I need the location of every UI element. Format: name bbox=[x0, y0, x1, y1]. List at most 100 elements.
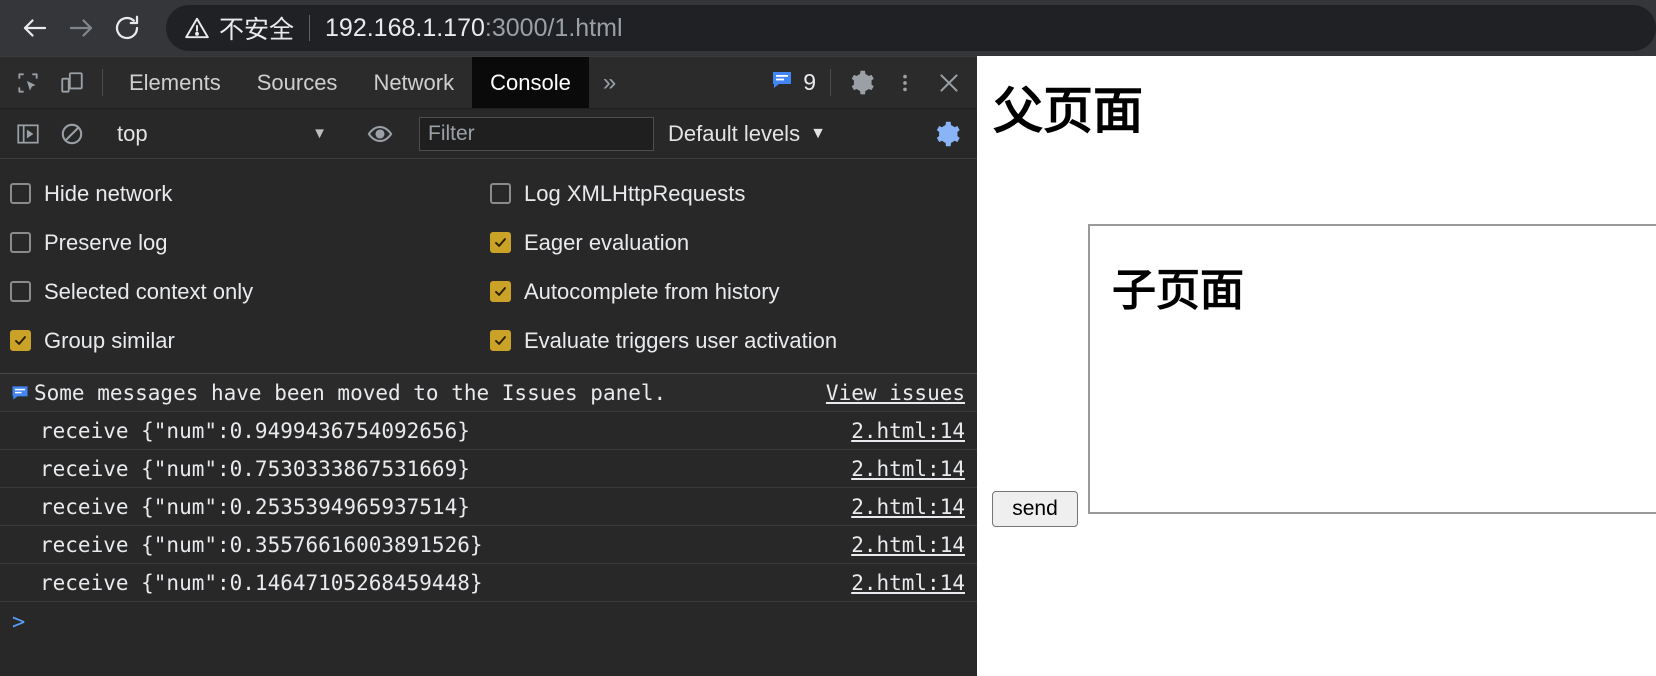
url-path: :3000/1.html bbox=[484, 13, 623, 42]
url-host: 192.168.1.170 bbox=[325, 13, 485, 42]
checkbox[interactable] bbox=[490, 232, 511, 253]
setting-group-similar[interactable]: Group similar bbox=[0, 328, 490, 354]
setting-autocomplete-from-history[interactable]: Autocomplete from history bbox=[490, 279, 780, 305]
checkbox[interactable] bbox=[490, 183, 511, 204]
console-log-source-link[interactable]: 2.html:14 bbox=[851, 533, 965, 557]
log-levels-select[interactable]: Default levels ▼ bbox=[654, 121, 840, 147]
setting-hide-network[interactable]: Hide network bbox=[0, 181, 490, 207]
console-log-row: receive {"num":0.35576616003891526} 2.ht… bbox=[0, 526, 977, 564]
settings-row: Preserve log Eager evaluation bbox=[0, 218, 977, 267]
url-text: 192.168.1.170:3000/1.html bbox=[325, 14, 622, 43]
console-log-source-link[interactable]: 2.html:14 bbox=[851, 457, 965, 481]
console-log-text: receive {"num":0.7530333867531669} bbox=[40, 456, 470, 481]
back-button[interactable] bbox=[12, 5, 58, 51]
issues-badge[interactable]: 9 bbox=[764, 57, 822, 108]
chevron-down-icon: ▼ bbox=[312, 125, 327, 142]
issues-count: 9 bbox=[803, 69, 816, 95]
eye-icon bbox=[367, 125, 393, 142]
check-icon bbox=[495, 336, 506, 345]
console-settings-button[interactable] bbox=[925, 120, 969, 148]
checkbox[interactable] bbox=[10, 232, 31, 253]
console-log-text: receive {"num":0.14647105268459448} bbox=[40, 570, 483, 595]
reload-icon bbox=[115, 15, 139, 40]
arrow-right-icon bbox=[69, 19, 93, 37]
view-issues-link[interactable]: View issues bbox=[826, 381, 965, 405]
more-tabs-button[interactable]: » bbox=[589, 57, 630, 108]
console-sidebar-icon bbox=[17, 123, 39, 144]
settings-row: Group similar Evaluate triggers user act… bbox=[0, 316, 977, 365]
log-levels-value: Default levels bbox=[668, 120, 801, 146]
settings-row: Hide network Log XMLHttpRequests bbox=[0, 169, 977, 218]
tab-console[interactable]: Console bbox=[472, 57, 589, 108]
setting-label: Group similar bbox=[44, 327, 175, 353]
inspect-element-icon bbox=[18, 72, 38, 93]
checkbox[interactable] bbox=[10, 183, 31, 204]
gear-icon bbox=[936, 121, 960, 146]
setting-label: Log XMLHttpRequests bbox=[524, 180, 746, 206]
console-log-row: receive {"num":0.14647105268459448} 2.ht… bbox=[0, 564, 977, 602]
console-settings-pane: Hide network Log XMLHttpRequests Preserv… bbox=[0, 159, 977, 374]
console-log-source-link[interactable]: 2.html:14 bbox=[851, 571, 965, 595]
page-viewport: 父页面 send 子页面 bbox=[977, 56, 1656, 676]
console-sidebar-toggle[interactable] bbox=[6, 121, 50, 147]
tab-elements[interactable]: Elements bbox=[111, 57, 239, 108]
execution-context-value: top bbox=[117, 120, 148, 146]
setting-log-xmlhttprequests[interactable]: Log XMLHttpRequests bbox=[490, 181, 745, 207]
console-log-source-link[interactable]: 2.html:14 bbox=[851, 495, 965, 519]
setting-eager-evaluation[interactable]: Eager evaluation bbox=[490, 230, 689, 256]
setting-label: Evaluate triggers user activation bbox=[524, 327, 838, 353]
check-icon bbox=[495, 287, 506, 296]
console-prompt[interactable]: > bbox=[0, 602, 977, 642]
setting-label: Preserve log bbox=[44, 229, 168, 255]
setting-label: Autocomplete from history bbox=[524, 278, 780, 304]
console-prompt-symbol: > bbox=[12, 609, 26, 635]
devtools-tabstrip: Elements Sources Network Console » 9 bbox=[0, 57, 977, 109]
issues-divider bbox=[830, 69, 831, 96]
console-log-text: receive {"num":0.2535394965937514} bbox=[40, 494, 470, 519]
console-log-row: receive {"num":0.9499436754092656} 2.htm… bbox=[0, 412, 977, 450]
address-bar[interactable]: 不安全 192.168.1.170:3000/1.html bbox=[166, 5, 1656, 51]
issue-banner-text: Some messages have been moved to the Iss… bbox=[34, 380, 667, 405]
tab-sources[interactable]: Sources bbox=[239, 57, 356, 108]
reload-button[interactable] bbox=[104, 5, 150, 51]
checkbox[interactable] bbox=[10, 281, 31, 302]
clear-console-button[interactable] bbox=[50, 121, 94, 147]
console-log-source-link[interactable]: 2.html:14 bbox=[851, 419, 965, 443]
create-live-expression-button[interactable] bbox=[358, 120, 402, 148]
execution-context-select[interactable]: top ▼ bbox=[111, 121, 341, 147]
setting-label: Selected context only bbox=[44, 278, 254, 304]
tab-network[interactable]: Network bbox=[355, 57, 472, 108]
devtools-panel: Elements Sources Network Console » 9 top… bbox=[0, 56, 977, 676]
tabstrip-divider bbox=[102, 69, 103, 96]
devtools-close-button[interactable] bbox=[927, 57, 971, 108]
devtools-more-options-button[interactable] bbox=[883, 57, 927, 108]
browser-toolbar: 不安全 192.168.1.170:3000/1.html bbox=[0, 0, 1656, 56]
setting-selected-context-only[interactable]: Selected context only bbox=[0, 279, 490, 305]
arrow-left-icon bbox=[23, 19, 47, 37]
console-filter-input[interactable]: Filter bbox=[419, 116, 654, 151]
checkbox[interactable] bbox=[490, 281, 511, 302]
console-log-row: receive {"num":0.7530333867531669} 2.htm… bbox=[0, 450, 977, 488]
setting-preserve-log[interactable]: Preserve log bbox=[0, 230, 490, 256]
console-issue-banner: Some messages have been moved to the Iss… bbox=[0, 374, 977, 412]
device-toolbar-icon bbox=[61, 71, 83, 93]
forward-button[interactable] bbox=[58, 5, 104, 51]
gear-icon bbox=[851, 70, 874, 95]
console-log-row: receive {"num":0.2535394965937514} 2.htm… bbox=[0, 488, 977, 526]
console-message-list[interactable]: Some messages have been moved to the Iss… bbox=[0, 374, 977, 676]
issues-message-icon bbox=[10, 383, 34, 403]
devtools-settings-button[interactable] bbox=[839, 57, 883, 108]
checkbox[interactable] bbox=[10, 330, 31, 351]
iframe-title: 子页面 bbox=[1112, 265, 1244, 316]
security-status-label: 不安全 bbox=[219, 16, 295, 44]
settings-row: Selected context only Autocomplete from … bbox=[0, 267, 977, 316]
console-log-text: receive {"num":0.35576616003891526} bbox=[40, 532, 483, 557]
setting-evaluate-triggers-user-activation[interactable]: Evaluate triggers user activation bbox=[490, 328, 837, 354]
device-toolbar-button[interactable] bbox=[50, 57, 94, 108]
child-iframe[interactable]: 子页面 bbox=[1088, 224, 1656, 514]
send-button[interactable]: send bbox=[992, 491, 1078, 527]
checkbox[interactable] bbox=[490, 330, 511, 351]
omnibox-divider bbox=[309, 15, 311, 41]
inspect-element-button[interactable] bbox=[6, 57, 50, 108]
close-icon bbox=[940, 73, 958, 92]
